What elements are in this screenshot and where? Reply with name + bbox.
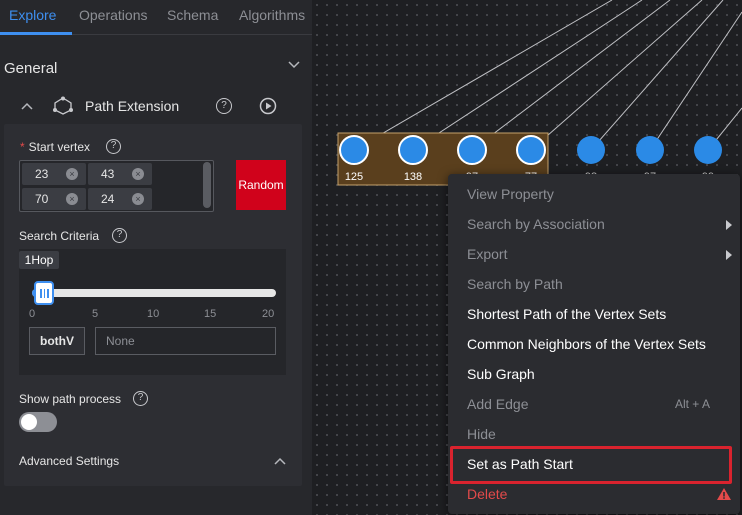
remove-tag-icon[interactable]: × xyxy=(66,193,78,205)
slider-tick: 0 xyxy=(29,308,36,320)
show-path-label: Show path process xyxy=(19,392,122,406)
vertex-tag-value: 70 xyxy=(35,192,49,206)
vertex-tag: 23 × xyxy=(22,163,86,185)
vertex-tag-value: 24 xyxy=(101,192,115,206)
search-criteria-label: Search Criteria xyxy=(19,229,100,243)
selected-vertex-node xyxy=(457,135,487,165)
remove-tag-icon[interactable]: × xyxy=(132,193,144,205)
slider-tick: 10 xyxy=(147,308,160,320)
hop-slider-track[interactable] xyxy=(32,289,276,297)
help-icon[interactable]: ? xyxy=(216,98,232,114)
chevron-down-icon[interactable] xyxy=(288,60,300,70)
menu-item-export[interactable]: Export xyxy=(448,239,740,269)
slider-tick: 15 xyxy=(204,308,217,320)
path-extension-header[interactable]: Path Extension ? xyxy=(0,92,312,122)
hop-tooltip: 1Hop xyxy=(19,251,59,269)
menu-item-sub-graph[interactable]: Sub Graph xyxy=(448,359,740,389)
help-icon[interactable]: ? xyxy=(106,139,121,154)
active-tab-indicator xyxy=(0,32,72,35)
vertex-label: 138 xyxy=(404,171,422,183)
tab-algorithms[interactable]: Algorithms xyxy=(239,7,305,23)
selected-vertex-node xyxy=(398,135,428,165)
menu-item-label: View Property xyxy=(467,186,554,202)
random-button[interactable]: Random xyxy=(236,160,286,210)
vertex-tag: 43 × xyxy=(88,163,152,185)
menu-item-hide[interactable]: Hide xyxy=(448,419,740,449)
remove-tag-icon[interactable]: × xyxy=(66,168,78,180)
menu-item-label: Add Edge xyxy=(467,396,529,412)
vertex-node xyxy=(636,136,664,164)
vertex-tag: 24 × xyxy=(88,188,152,210)
selected-vertex-node xyxy=(339,135,369,165)
tab-schema[interactable]: Schema xyxy=(167,7,218,23)
menu-item-add-edge[interactable]: Add Edge Alt + A xyxy=(448,389,740,419)
tab-bar: Explore Operations Schema Algorithms xyxy=(0,0,312,35)
menu-item-shortest-path[interactable]: Shortest Path of the Vertex Sets xyxy=(448,299,740,329)
graph-edges xyxy=(353,0,742,151)
menu-item-label: Export xyxy=(467,246,508,262)
vertex-tag: 70 × xyxy=(22,188,86,210)
show-path-toggle[interactable] xyxy=(19,412,57,432)
vertex-tag-value: 43 xyxy=(101,167,115,181)
submenu-arrow-icon xyxy=(726,220,732,230)
path-graph-icon xyxy=(53,96,73,115)
highlight-annotation xyxy=(450,446,732,484)
start-vertex-label: * Start vertex xyxy=(20,140,90,154)
slider-tick: 20 xyxy=(262,308,275,320)
menu-item-label: Search by Path xyxy=(467,276,563,292)
menu-item-label: Common Neighbors of the Vertex Sets xyxy=(467,336,706,352)
hop-slider-handle[interactable] xyxy=(34,281,55,305)
menu-item-label: Hide xyxy=(467,426,496,442)
menu-item-view-property[interactable]: View Property xyxy=(448,179,740,209)
tab-operations[interactable]: Operations xyxy=(79,7,147,23)
selected-vertex-node xyxy=(516,135,546,165)
vertex-node xyxy=(694,136,722,164)
explore-panel: Explore Operations Schema Algorithms Gen… xyxy=(0,0,312,515)
shortcut-hint: Alt + A xyxy=(674,397,710,411)
menu-item-label: Delete xyxy=(467,486,508,502)
help-icon[interactable]: ? xyxy=(133,391,148,406)
play-icon[interactable] xyxy=(259,97,277,115)
help-icon[interactable]: ? xyxy=(112,228,127,243)
toggle-knob xyxy=(21,414,37,430)
required-mark: * xyxy=(20,140,25,154)
menu-item-label: Shortest Path of the Vertex Sets xyxy=(467,306,667,322)
start-vertex-text: Start vertex xyxy=(28,140,91,154)
chevron-up-icon[interactable] xyxy=(274,456,286,466)
advanced-settings-label[interactable]: Advanced Settings xyxy=(19,454,119,468)
section-title-general: General xyxy=(4,60,58,77)
vertex-box-scrollbar[interactable] xyxy=(203,162,211,208)
submenu-arrow-icon xyxy=(726,250,732,260)
warning-icon xyxy=(717,488,731,500)
slider-tick: 5 xyxy=(92,308,99,320)
chevron-up-icon[interactable] xyxy=(21,101,33,111)
menu-item-label: Sub Graph xyxy=(467,366,535,382)
vertex-tag-value: 23 xyxy=(35,167,49,181)
tab-explore[interactable]: Explore xyxy=(9,7,56,23)
vertex-node xyxy=(577,136,605,164)
remove-tag-icon[interactable]: × xyxy=(132,168,144,180)
menu-item-common-neighbors[interactable]: Common Neighbors of the Vertex Sets xyxy=(448,329,740,359)
filter-input[interactable] xyxy=(95,327,276,355)
vertex-label: 125 xyxy=(345,171,363,183)
menu-item-search-by-path[interactable]: Search by Path xyxy=(448,269,740,299)
menu-item-search-by-association[interactable]: Search by Association xyxy=(448,209,740,239)
menu-item-label: Search by Association xyxy=(467,216,605,232)
path-extension-title: Path Extension xyxy=(85,98,180,114)
direction-select[interactable]: bothV xyxy=(29,327,85,355)
